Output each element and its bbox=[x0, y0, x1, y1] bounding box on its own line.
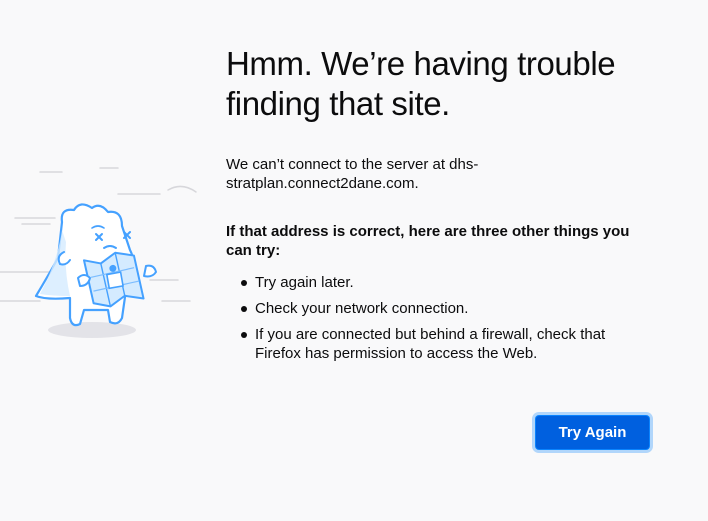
suggestion-text: If you are connected but behind a firewa… bbox=[255, 326, 606, 362]
bullet-icon bbox=[241, 332, 247, 338]
bullet-icon bbox=[241, 280, 247, 286]
bullet-icon bbox=[241, 306, 247, 312]
page-title: Hmm. We’re having trouble finding that s… bbox=[226, 45, 616, 122]
confused-creature-with-map-icon bbox=[0, 150, 210, 350]
suggestion-item: If you are connected but behind a firewa… bbox=[226, 325, 635, 363]
suggestion-item: Check your network connection. bbox=[226, 299, 635, 318]
try-again-button[interactable]: Try Again bbox=[536, 416, 649, 449]
suggestions-heading: If that address is correct, here are thr… bbox=[226, 223, 630, 259]
error-content: Hmm. We’re having trouble finding that s… bbox=[226, 44, 656, 370]
suggestion-text: Check your network connection. bbox=[255, 300, 469, 317]
suggestion-text: Try again later. bbox=[255, 274, 354, 291]
suggestion-item: Try again later. bbox=[226, 273, 635, 292]
suggestions-list: Try again later. Check your network conn… bbox=[226, 273, 656, 363]
error-description: We can’t connect to the server at dhs-st… bbox=[226, 156, 479, 192]
